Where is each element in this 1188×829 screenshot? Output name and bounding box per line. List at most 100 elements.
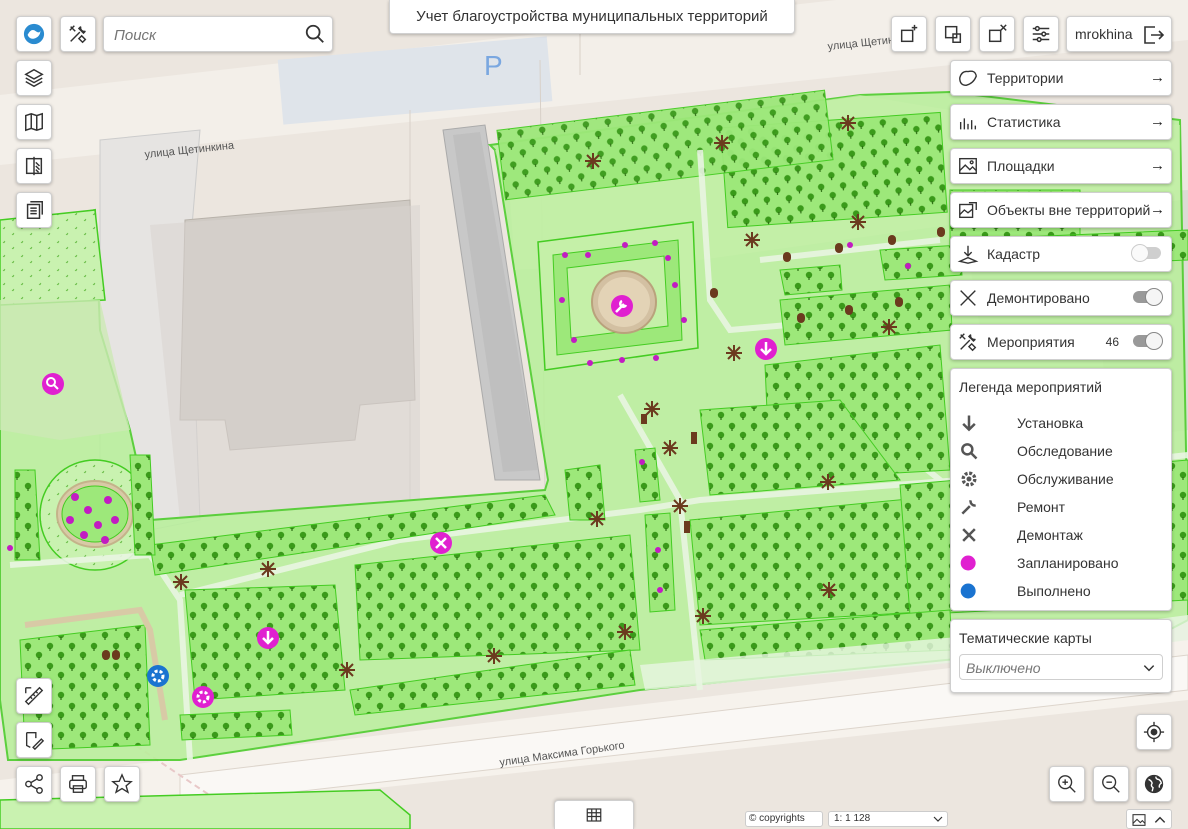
arrow-down-icon bbox=[962, 415, 976, 432]
panel-label: Площадки bbox=[987, 158, 1055, 174]
legend-item: Обследование bbox=[959, 439, 1159, 463]
chevron-up-icon bbox=[1154, 816, 1166, 823]
thematic-select[interactable]: Выключено bbox=[959, 654, 1163, 680]
logo-button[interactable] bbox=[16, 16, 52, 52]
legend-label: Установка bbox=[1017, 415, 1084, 431]
thematic-maps: Тематические карты Выключено bbox=[950, 619, 1172, 693]
events-toggle[interactable] bbox=[1133, 332, 1163, 350]
app-title: Учет благоустройства муниципальных терри… bbox=[389, 0, 795, 34]
compare-icon bbox=[25, 156, 43, 176]
tools-icon bbox=[69, 25, 87, 44]
edit-object-button[interactable] bbox=[935, 16, 971, 52]
search-icon[interactable] bbox=[304, 23, 326, 45]
done-dot-icon bbox=[960, 583, 976, 599]
cadastre-toggle[interactable] bbox=[1131, 244, 1161, 262]
tools-button[interactable] bbox=[60, 16, 96, 52]
event-marker-install bbox=[755, 338, 777, 360]
geolocate-button[interactable] bbox=[1136, 714, 1172, 750]
add-object-button[interactable] bbox=[891, 16, 927, 52]
settings-button[interactable] bbox=[1023, 16, 1059, 52]
dismantled-toggle[interactable] bbox=[1133, 288, 1163, 306]
legend-item: Выполнено bbox=[959, 579, 1159, 603]
documents-icon bbox=[26, 201, 43, 219]
legend-item: Демонтаж bbox=[959, 523, 1159, 547]
scale-selector[interactable]: 1: 1 128 bbox=[828, 811, 948, 827]
panel-territories[interactable]: Территории → bbox=[950, 60, 1172, 96]
copyright[interactable]: © copyrights bbox=[745, 811, 823, 827]
add-polygon-icon bbox=[900, 24, 918, 43]
arrow-right-icon: → bbox=[1150, 157, 1165, 174]
measure-area-button[interactable] bbox=[16, 722, 52, 758]
territory-icon bbox=[959, 70, 977, 87]
planned-dot-icon bbox=[960, 555, 976, 571]
image-chart-icon bbox=[959, 201, 977, 219]
panel-statistics[interactable]: Статистика → bbox=[950, 104, 1172, 140]
chevron-down-icon bbox=[933, 816, 943, 822]
legend-item: Ремонт bbox=[959, 495, 1159, 519]
legend-item: Запланировано bbox=[959, 551, 1159, 575]
map-button[interactable] bbox=[16, 104, 52, 140]
edit-polygon-icon bbox=[944, 25, 962, 43]
panel-dismantled[interactable]: Демонтировано bbox=[950, 280, 1172, 316]
zoom-out-button[interactable] bbox=[1093, 766, 1129, 802]
image-icon bbox=[1132, 814, 1146, 826]
zoom-in-button[interactable] bbox=[1049, 766, 1085, 802]
layers-button[interactable] bbox=[16, 60, 52, 96]
share-button[interactable] bbox=[16, 766, 52, 802]
logout-icon[interactable] bbox=[1141, 23, 1165, 47]
legend-label: Запланировано bbox=[1017, 555, 1119, 571]
panel-label: Кадастр bbox=[987, 246, 1041, 262]
panel-playgrounds[interactable]: Площадки → bbox=[950, 148, 1172, 184]
user-menu[interactable]: mrokhina bbox=[1066, 16, 1172, 52]
panel-label: Территории bbox=[987, 70, 1064, 86]
print-button[interactable] bbox=[60, 766, 96, 802]
panel-label: Статистика bbox=[987, 114, 1061, 130]
search-box[interactable] bbox=[103, 16, 333, 52]
zoom-out-icon bbox=[1102, 775, 1120, 793]
favorite-button[interactable] bbox=[104, 766, 140, 802]
table-icon bbox=[586, 808, 602, 822]
events-count: 46 bbox=[1105, 335, 1119, 349]
documents-button[interactable] bbox=[16, 192, 52, 228]
basemap-switcher[interactable] bbox=[1126, 809, 1172, 829]
share-icon bbox=[25, 774, 43, 794]
events-legend: Легенда мероприятий Установка Обследован… bbox=[950, 368, 1172, 611]
printer-icon bbox=[69, 775, 87, 793]
map-icon bbox=[25, 112, 43, 132]
ruler-area-icon bbox=[25, 731, 45, 751]
cadastre-icon bbox=[957, 245, 979, 264]
chevron-down-icon bbox=[1143, 665, 1155, 672]
arrow-right-icon: → bbox=[1150, 113, 1165, 130]
legend-label: Ремонт bbox=[1017, 499, 1066, 515]
compare-button[interactable] bbox=[16, 148, 52, 184]
thematic-value: Выключено bbox=[966, 660, 1041, 676]
event-marker-inspection bbox=[42, 373, 64, 395]
arrow-right-icon: → bbox=[1150, 201, 1165, 218]
event-marker-repair bbox=[611, 295, 633, 317]
arrow-right-icon: → bbox=[1150, 69, 1165, 86]
event-marker-install-2 bbox=[257, 627, 279, 649]
thematic-title: Тематические карты bbox=[959, 630, 1092, 646]
panel-label: Объекты вне территорий bbox=[987, 202, 1151, 218]
panel-events[interactable]: Мероприятия 46 bbox=[950, 324, 1172, 360]
event-marker-service-done bbox=[147, 665, 169, 687]
event-marker-service-planned bbox=[192, 686, 214, 708]
ruler-line-icon bbox=[24, 686, 44, 706]
layers-icon bbox=[24, 68, 44, 88]
panel-outside-objects[interactable]: Объекты вне территорий → bbox=[950, 192, 1172, 228]
measure-line-button[interactable] bbox=[16, 678, 52, 714]
panel-cadastre[interactable]: Кадастр bbox=[950, 236, 1172, 272]
legend-label: Выполнено bbox=[1017, 583, 1091, 599]
zoom-in-icon bbox=[1058, 775, 1076, 793]
search-input[interactable] bbox=[112, 24, 301, 46]
delete-object-button[interactable] bbox=[979, 16, 1015, 52]
tools-icon bbox=[959, 333, 977, 352]
event-marker-dismantle bbox=[430, 532, 452, 554]
legend-label: Обслуживание bbox=[1017, 471, 1114, 487]
globe-button[interactable] bbox=[1136, 766, 1172, 802]
image-icon bbox=[959, 157, 977, 175]
table-toggle-button[interactable] bbox=[554, 800, 634, 829]
legend-title: Легенда мероприятий bbox=[959, 379, 1102, 395]
wrench-icon bbox=[961, 500, 976, 515]
crosshair-icon bbox=[1143, 721, 1165, 743]
